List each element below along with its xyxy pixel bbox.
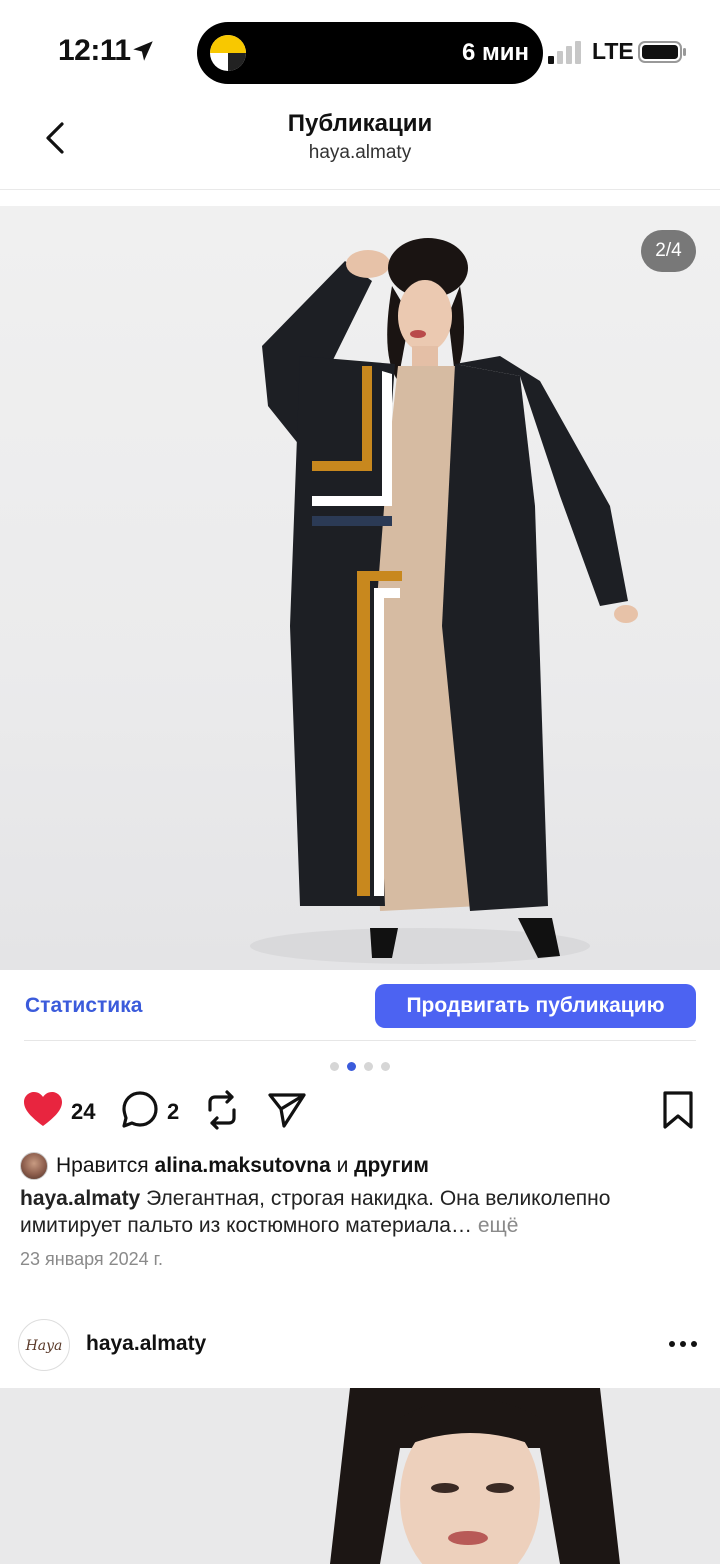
comments-count[interactable]: 2	[167, 1099, 179, 1125]
image-counter: 2/4	[641, 230, 696, 272]
liked-by-user[interactable]: alina.maksutovna	[155, 1154, 331, 1177]
abaya-photo	[250, 238, 638, 964]
post-caption: haya.almaty Элегантная, строгая накидка.…	[20, 1185, 700, 1239]
cellular-signal-icon	[548, 41, 581, 64]
status-bar: 12:11 6 мин LTE	[0, 0, 720, 100]
nav-header: Публикации haya.almaty	[0, 100, 720, 190]
heart-icon[interactable]	[22, 1088, 64, 1132]
caption-more-link[interactable]: ещё	[478, 1214, 519, 1237]
carousel-dot	[381, 1062, 390, 1071]
caption-username[interactable]: haya.almaty	[20, 1187, 140, 1210]
divider	[24, 1040, 696, 1041]
likes-count[interactable]: 24	[71, 1099, 95, 1125]
comment-icon[interactable]	[120, 1088, 160, 1132]
bookmark-icon[interactable]	[660, 1088, 696, 1132]
page-title: Публикации	[287, 110, 433, 137]
battery-icon	[638, 41, 686, 63]
yandex-go-icon	[210, 35, 246, 71]
network-type: LTE	[592, 38, 634, 64]
more-options-icon[interactable]	[668, 1334, 698, 1354]
location-arrow-icon	[133, 41, 153, 61]
liker-avatar	[20, 1152, 48, 1180]
dynamic-island[interactable]: 6 мин	[197, 22, 543, 84]
liked-by-and: и	[336, 1154, 349, 1177]
post-image[interactable]: 2/4	[0, 206, 720, 970]
post-actions: 24 2	[0, 1088, 720, 1134]
carousel-dot	[364, 1062, 373, 1071]
post-insights-row: Статистика Продвигать публикацию	[0, 970, 720, 1042]
promote-post-button[interactable]: Продвигать публикацию	[375, 984, 696, 1028]
carousel-dot	[330, 1062, 339, 1071]
repost-icon[interactable]	[202, 1088, 242, 1132]
liked-by-line[interactable]: Нравится alina.maksutovna и другим	[20, 1152, 700, 1182]
profile-avatar[interactable]: Haya	[18, 1319, 70, 1371]
carousel-indicator	[330, 1062, 394, 1072]
post-date: 23 января 2024 г.	[20, 1249, 164, 1269]
portrait-photo	[330, 1388, 620, 1564]
share-icon[interactable]	[266, 1088, 308, 1132]
liked-by-prefix: Нравится	[56, 1154, 149, 1177]
status-time: 12:11	[58, 34, 131, 67]
liked-by-others[interactable]: другим	[354, 1154, 429, 1177]
next-post-username[interactable]: haya.almaty	[86, 1332, 206, 1356]
page-subtitle: haya.almaty	[308, 142, 412, 163]
island-timer: 6 мин	[461, 39, 529, 66]
carousel-dot-active	[347, 1062, 356, 1071]
statistics-link[interactable]: Статистика	[25, 994, 142, 1018]
next-post-image[interactable]	[0, 1388, 720, 1564]
next-post-header: Haya haya.almaty	[0, 1316, 720, 1376]
